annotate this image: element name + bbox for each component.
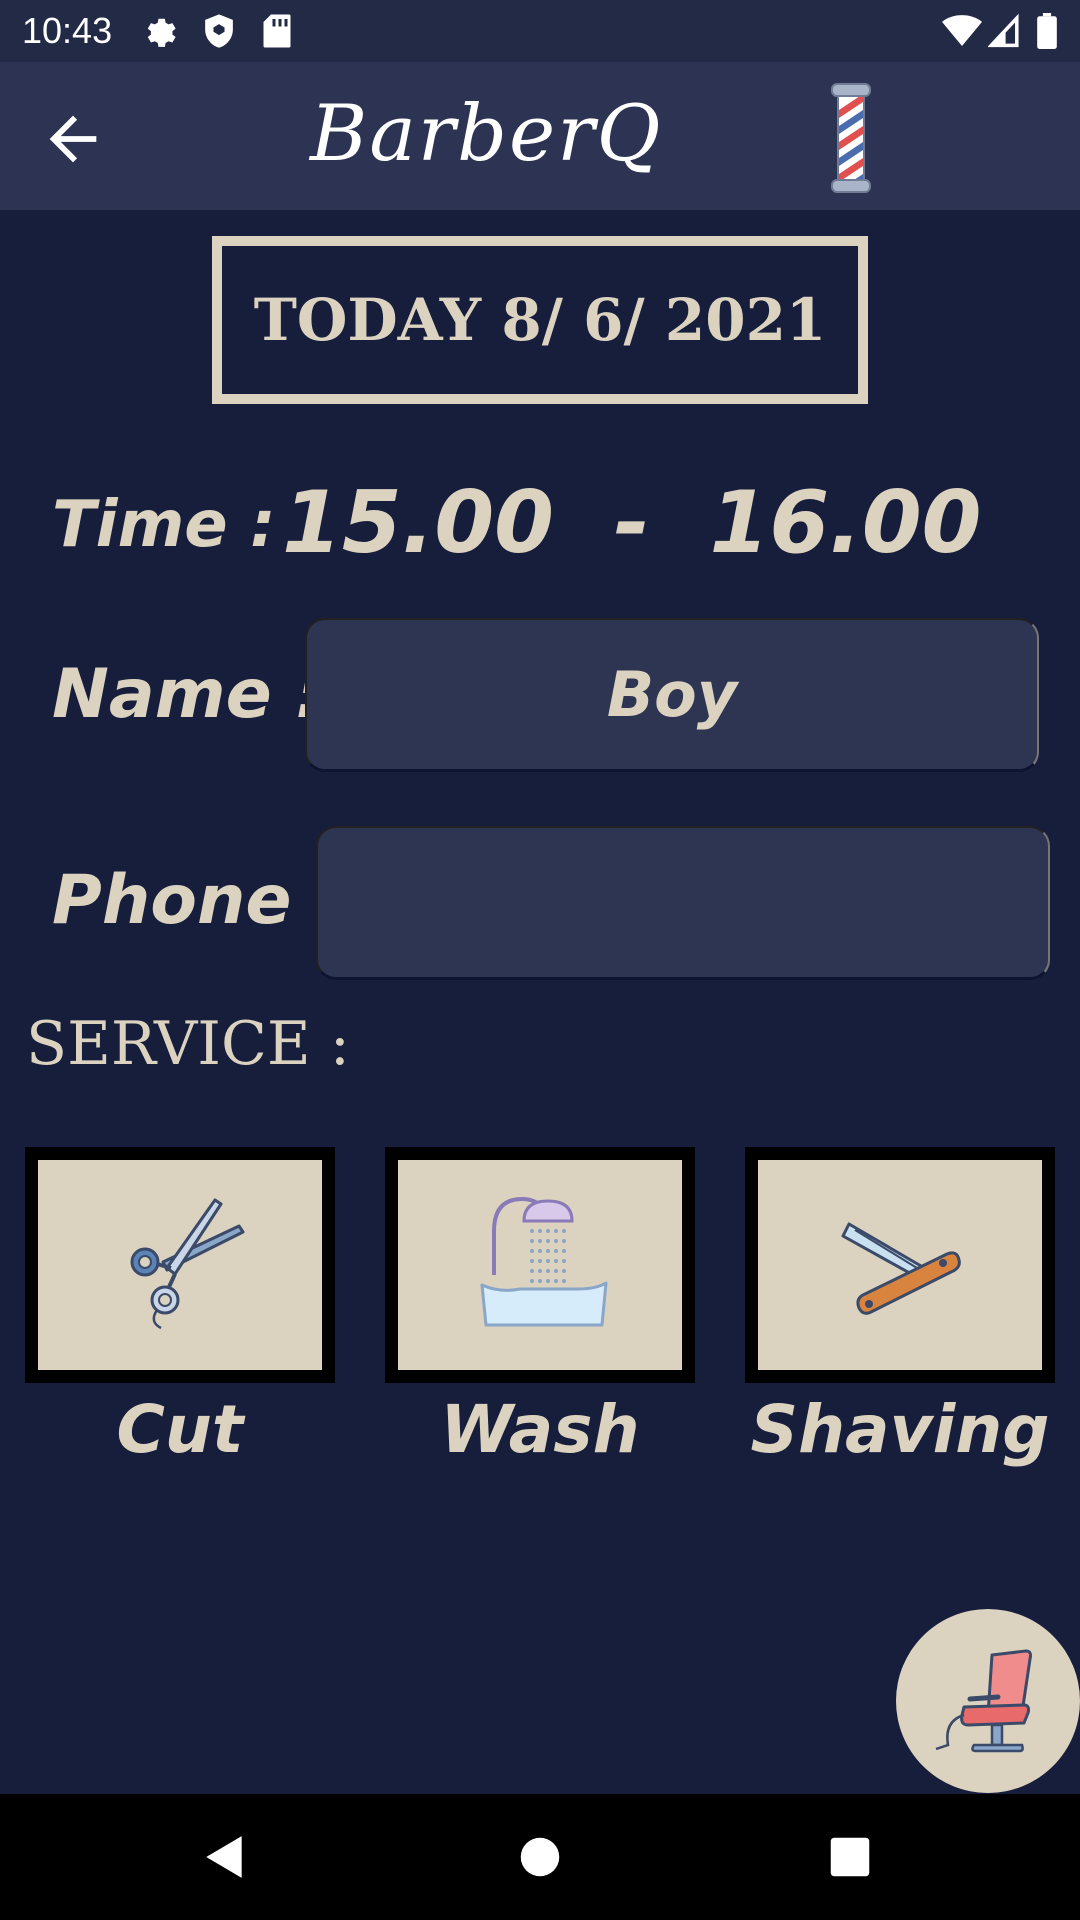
- back-button[interactable]: [38, 104, 108, 174]
- home-circle-icon: [520, 1837, 560, 1877]
- barber-pole-icon: [826, 82, 876, 198]
- date-banner: TODAY 8/ 6/ 2021: [212, 236, 868, 404]
- phone-field[interactable]: [316, 826, 1050, 980]
- barber-chair-button[interactable]: [896, 1609, 1080, 1793]
- sd-card-icon: [262, 13, 292, 53]
- status-time: 10:43: [22, 10, 113, 51]
- app-bar: BarberQ: [0, 62, 1080, 210]
- nav-back-button[interactable]: [190, 1822, 260, 1892]
- service-wash-label: Wash: [440, 1391, 640, 1468]
- recents-square-icon: [830, 1837, 870, 1877]
- wifi-icon: [942, 13, 982, 53]
- time-label: Time :: [52, 488, 276, 562]
- phone-label: Phone :: [52, 861, 343, 940]
- scissors-icon: [130, 1198, 245, 1330]
- service-wash-tile: [398, 1160, 682, 1370]
- service-wash-button[interactable]: [385, 1147, 695, 1383]
- back-triangle-icon: [206, 1836, 242, 1878]
- nav-home-button[interactable]: [505, 1822, 575, 1892]
- service-shaving-button[interactable]: [745, 1147, 1055, 1383]
- straight-razor-icon: [841, 1222, 961, 1315]
- system-nav-bar: [0, 1794, 1080, 1920]
- arrow-left-icon: [49, 115, 97, 163]
- name-field[interactable]: [305, 618, 1039, 772]
- service-label: SERVICE :: [26, 1009, 350, 1079]
- settings-icon: [142, 13, 178, 53]
- service-cut-tile: [38, 1160, 322, 1370]
- status-bar: 10:43: [0, 0, 1080, 62]
- date-text: TODAY 8/ 6/ 2021: [253, 286, 827, 354]
- name-label: Name :: [52, 655, 323, 734]
- nav-recents-button[interactable]: [815, 1822, 885, 1892]
- shield-icon: [202, 13, 236, 53]
- service-cut-label: Cut: [116, 1391, 244, 1468]
- signal-icon: [987, 13, 1020, 53]
- time-range-value: 15.00 - 16.00: [282, 473, 982, 573]
- battery-icon: [1036, 13, 1058, 53]
- service-shaving-tile: [758, 1160, 1042, 1370]
- hair-wash-sink-icon: [480, 1196, 608, 1327]
- service-cut-button[interactable]: [25, 1147, 335, 1383]
- barber-chair-icon: [935, 1649, 1032, 1753]
- service-shaving-label: Shaving: [750, 1391, 1050, 1468]
- app-title: BarberQ: [310, 89, 663, 179]
